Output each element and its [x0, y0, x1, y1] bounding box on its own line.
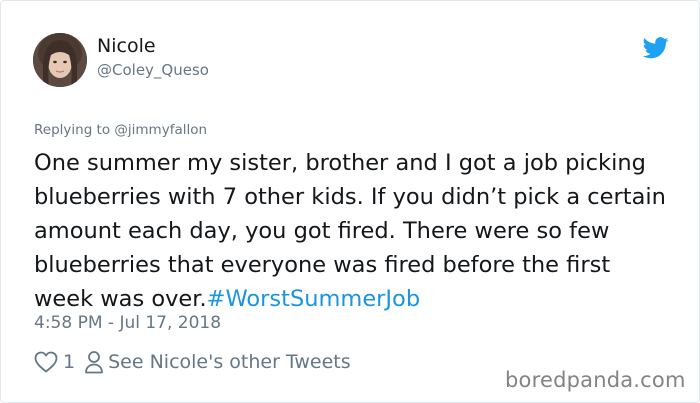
tweet-actions: 1 See Nicole's other Tweets	[34, 348, 351, 376]
tweet-text: One summer my sister, brother and I got …	[34, 146, 674, 316]
tweet-timestamp[interactable]: 4:58 PM - Jul 17, 2018	[34, 313, 221, 333]
see-other-tweets-link[interactable]: See Nicole's other Tweets	[108, 351, 351, 373]
hashtag-link[interactable]: #WorstSummerJob	[207, 286, 421, 312]
replying-to[interactable]: Replying to @jimmyfallon	[34, 122, 207, 138]
avatar[interactable]	[33, 33, 87, 87]
user-handle[interactable]: @Coley_Queso	[97, 61, 209, 79]
watermark: boredpanda.com	[505, 368, 686, 392]
avatar-image	[33, 33, 87, 87]
heart-icon[interactable]	[34, 351, 58, 373]
like-count[interactable]: 1	[63, 351, 75, 373]
tweet-card: Nicole @Coley_Queso Replying to @jimmyfa…	[0, 0, 700, 403]
display-name[interactable]: Nicole	[97, 35, 156, 57]
twitter-bird-icon[interactable]	[642, 37, 669, 59]
person-icon[interactable]	[84, 350, 104, 374]
